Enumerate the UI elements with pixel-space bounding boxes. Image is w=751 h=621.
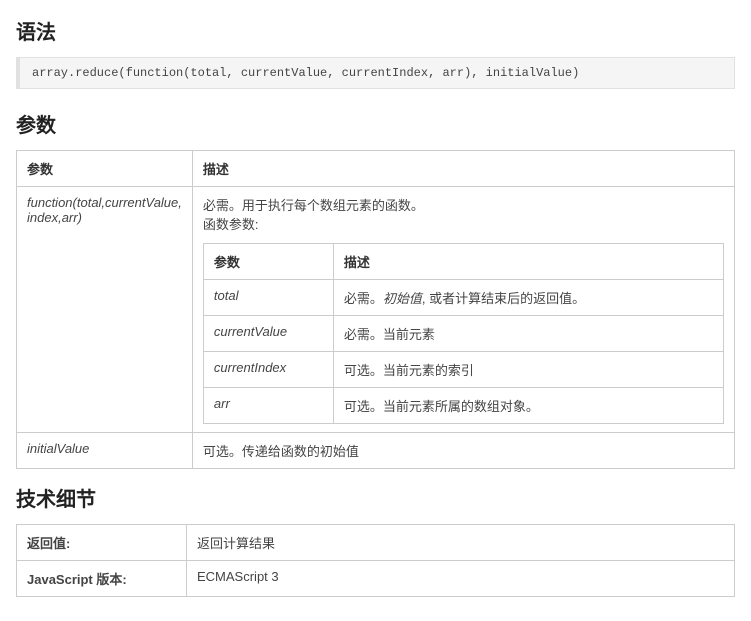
syntax-heading: 语法 [16, 16, 735, 45]
params-table: 参数 描述 function(total,currentValue, index… [16, 150, 735, 469]
inner-col-param: 参数 [203, 244, 333, 280]
table-row: function(total,currentValue, index,arr) … [17, 187, 735, 433]
inner-param-name: total [203, 280, 333, 316]
param-desc: 可选。传递给函数的初始值 [192, 433, 734, 469]
text: , 或者计算结束后的返回值。 [422, 291, 585, 306]
text: 必需。当前元素 [344, 327, 435, 342]
param-desc-line1: 必需。用于执行每个数组元素的函数。 [203, 198, 424, 213]
tech-table: 返回值: 返回计算结果 JavaScript 版本: ECMAScript 3 [16, 524, 735, 597]
param-desc: 必需。用于执行每个数组元素的函数。 函数参数: 参数 描述 total 必需。初… [192, 187, 734, 433]
params-heading: 参数 [16, 109, 735, 138]
tech-label: 返回值: [17, 525, 187, 561]
param-name: initialValue [17, 433, 193, 469]
text: 可选。当前元素的索引 [344, 363, 474, 378]
table-row: currentValue 必需。当前元素 [203, 316, 723, 352]
inner-param-desc: 可选。当前元素所属的数组对象。 [333, 388, 723, 424]
table-row: arr 可选。当前元素所属的数组对象。 [203, 388, 723, 424]
inner-param-desc: 必需。当前元素 [333, 316, 723, 352]
tech-label: JavaScript 版本: [17, 561, 187, 597]
table-row: initialValue 可选。传递给函数的初始值 [17, 433, 735, 469]
inner-param-desc: 必需。初始值, 或者计算结束后的返回值。 [333, 280, 723, 316]
text: 必需。 [344, 291, 383, 306]
param-name: function(total,currentValue, index,arr) [17, 187, 193, 433]
table-row: currentIndex 可选。当前元素的索引 [203, 352, 723, 388]
tech-heading: 技术细节 [16, 483, 735, 512]
inner-col-desc: 描述 [333, 244, 723, 280]
table-row: total 必需。初始值, 或者计算结束后的返回值。 [203, 280, 723, 316]
inner-param-name: currentValue [203, 316, 333, 352]
table-row: JavaScript 版本: ECMAScript 3 [17, 561, 735, 597]
params-col-param: 参数 [17, 151, 193, 187]
text: 可选。当前元素所属的数组对象。 [344, 399, 539, 414]
tech-value: 返回计算结果 [187, 525, 735, 561]
inner-param-desc: 可选。当前元素的索引 [333, 352, 723, 388]
syntax-code: array.reduce(function(total, currentValu… [16, 57, 735, 89]
param-desc-line2: 函数参数: [203, 217, 259, 232]
italic-text: 初始值 [383, 291, 422, 306]
inner-params-table: 参数 描述 total 必需。初始值, 或者计算结束后的返回值。 current… [203, 243, 724, 424]
tech-value: ECMAScript 3 [187, 561, 735, 597]
inner-param-name: arr [203, 388, 333, 424]
params-col-desc: 描述 [192, 151, 734, 187]
inner-param-name: currentIndex [203, 352, 333, 388]
table-row: 返回值: 返回计算结果 [17, 525, 735, 561]
